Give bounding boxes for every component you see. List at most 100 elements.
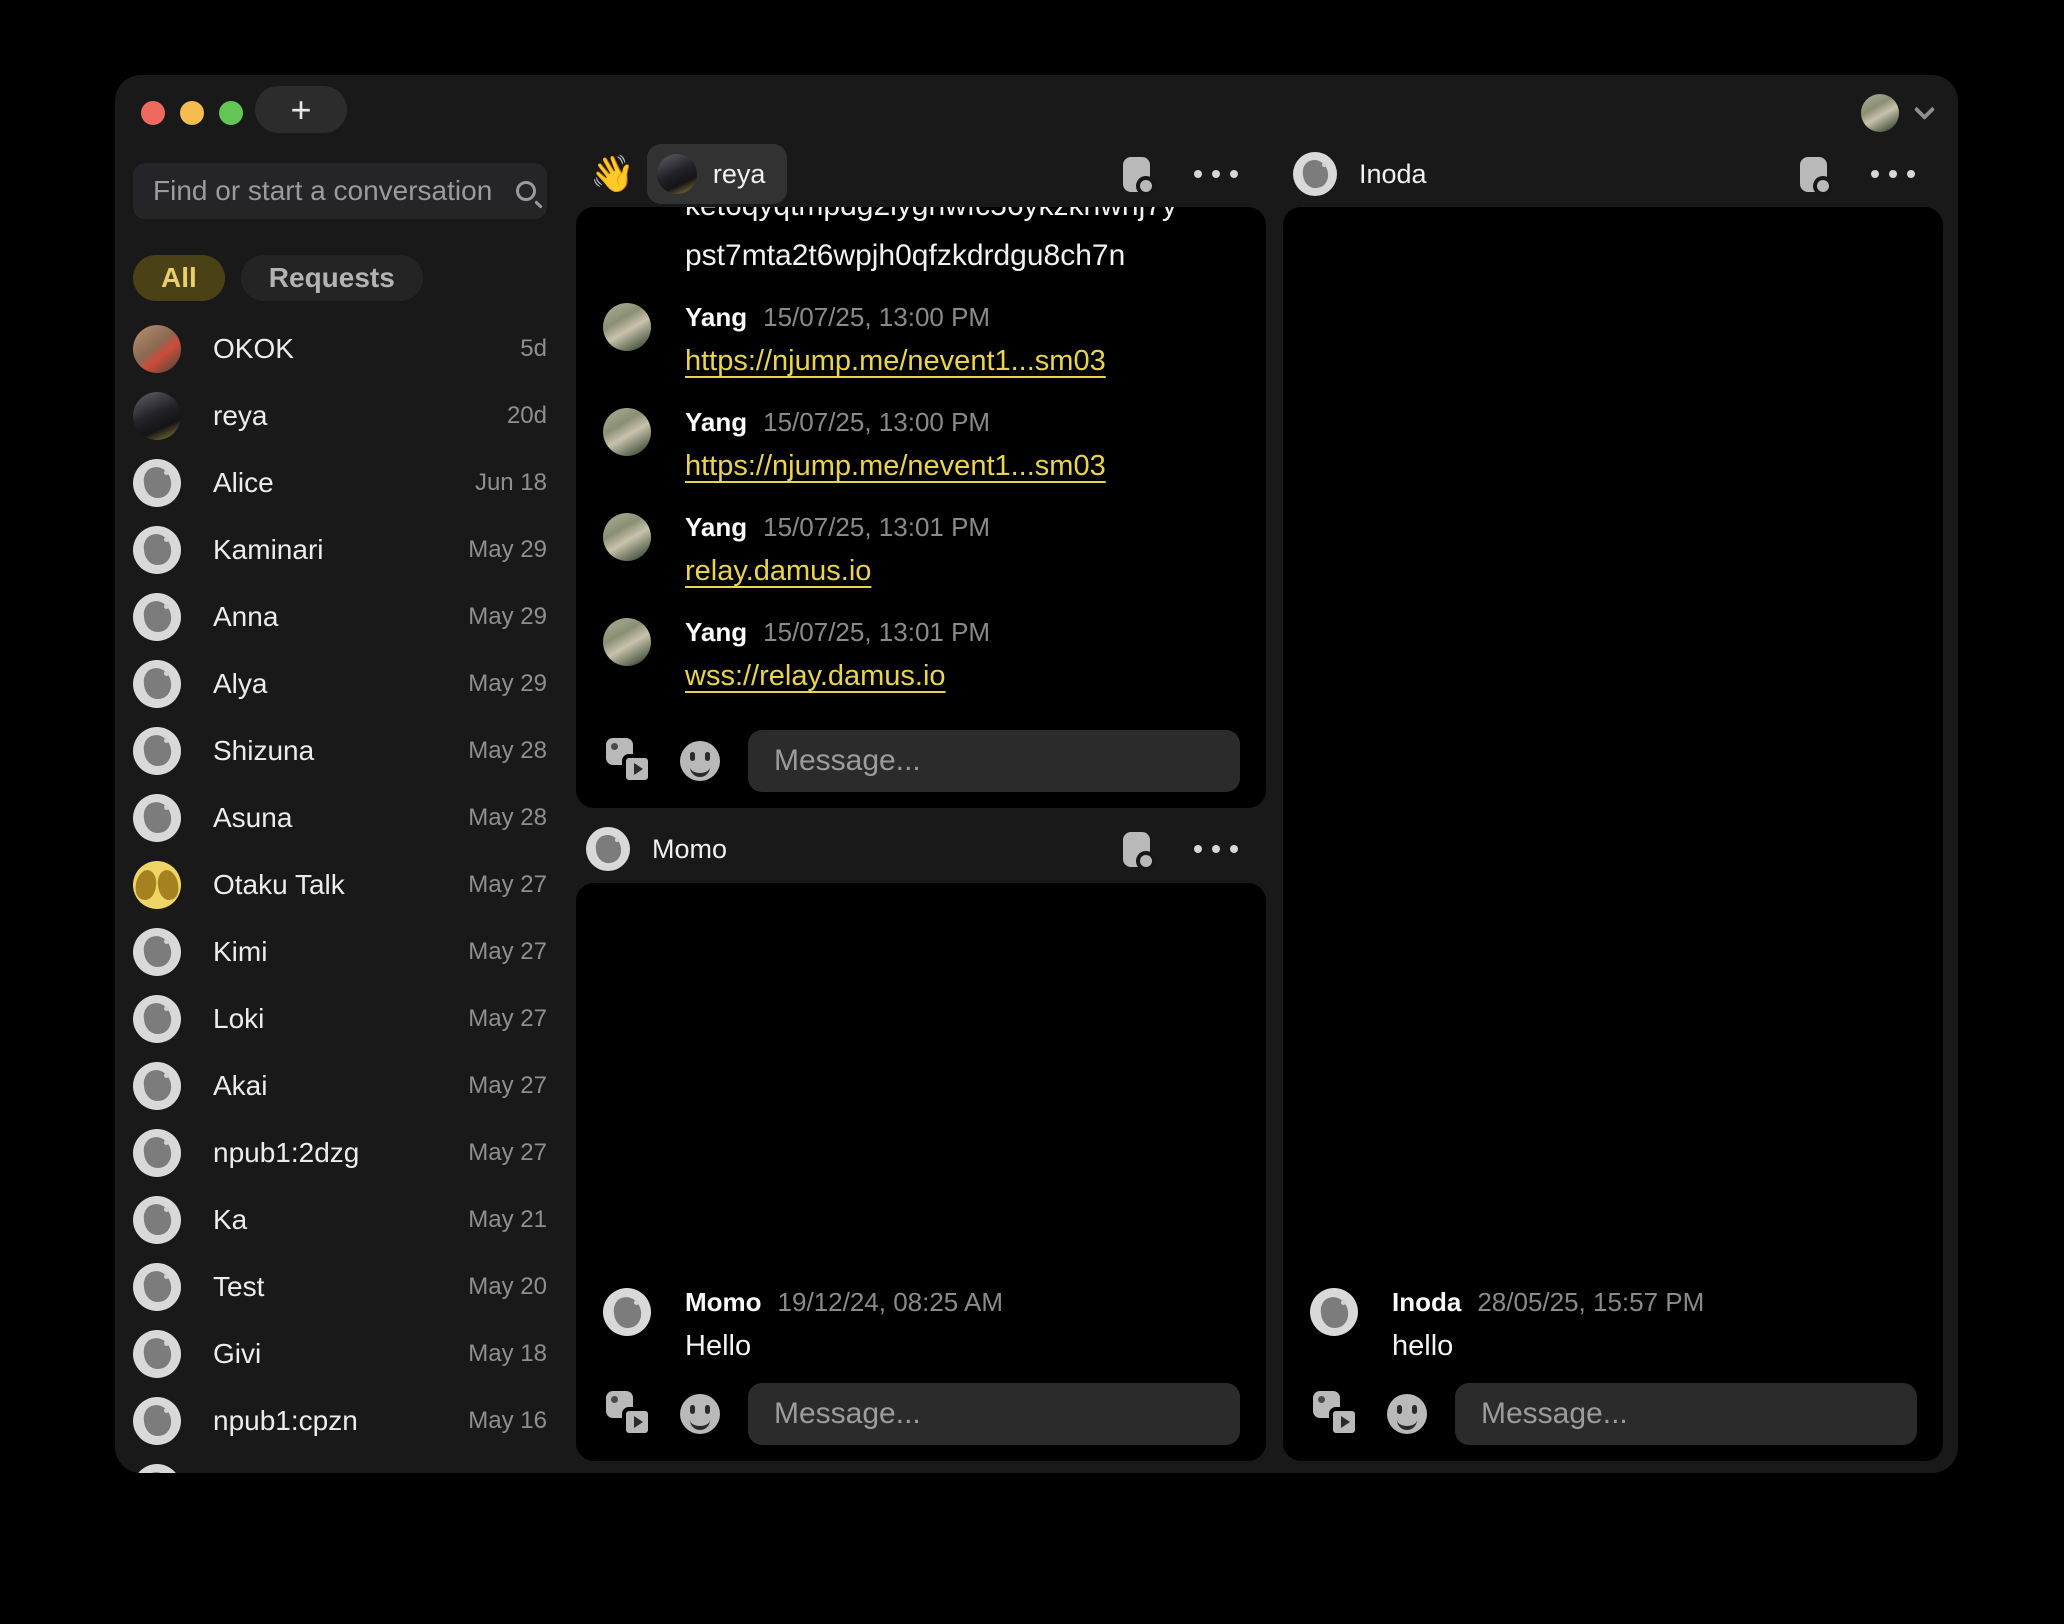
avatar <box>133 928 181 976</box>
avatar <box>133 526 181 574</box>
conversation-item[interactable]: LokiMay 27 <box>133 985 547 1052</box>
zoom-button[interactable] <box>219 101 243 125</box>
tab-all[interactable]: All <box>133 255 225 301</box>
conversation-name: Akai <box>213 1070 468 1102</box>
conversation-date: May 27 <box>468 871 547 899</box>
tab-requests[interactable]: Requests <box>241 255 423 301</box>
more-options-button[interactable] <box>1871 170 1915 178</box>
avatar[interactable] <box>603 408 651 456</box>
note-icon[interactable] <box>1123 832 1150 867</box>
conversation-date: 5d <box>520 335 547 363</box>
note-icon[interactable] <box>1123 157 1150 192</box>
new-conversation-button[interactable]: + <box>255 86 347 133</box>
conversation-item[interactable]: npub1:2dzgMay 27 <box>133 1119 547 1186</box>
message-link[interactable]: https://njump.me/nevent1...sm03 <box>685 450 1106 483</box>
avatar <box>133 794 181 842</box>
emoji-picker-icon[interactable] <box>680 741 720 781</box>
avatar <box>133 861 181 909</box>
avatar[interactable] <box>603 1288 651 1336</box>
avatar[interactable] <box>603 303 651 351</box>
avatar <box>133 1062 181 1110</box>
avatar <box>133 995 181 1043</box>
message-timestamp: 15/07/25, 13:00 PM <box>763 404 990 440</box>
account-menu[interactable] <box>1861 94 1932 132</box>
avatar <box>133 1464 181 1474</box>
conversation-date: May 27 <box>468 1072 547 1100</box>
conversation-item[interactable]: AlyaMay 29 <box>133 650 547 717</box>
chat-title: reya <box>713 159 766 190</box>
avatar[interactable] <box>1310 1288 1358 1336</box>
message-list: Inoda 28/05/25, 15:57 PM hello <box>1283 207 1943 1363</box>
conversation-item[interactable]: OKOK5d <box>133 315 547 382</box>
message-input[interactable] <box>1455 1383 1917 1445</box>
message-author: Yang <box>685 614 747 650</box>
conversation-name: npub1:2dzg <box>213 1137 468 1169</box>
message-composer <box>576 1363 1266 1461</box>
wave-emoji: 👋 <box>590 153 635 195</box>
conversation-item[interactable]: KaminariMay 29 <box>133 516 547 583</box>
media-picker-icon[interactable] <box>606 1391 652 1437</box>
conversation-list: OKOK5dreya20dAliceJun 18KaminariMay 29An… <box>133 315 547 1473</box>
message-input[interactable] <box>748 1383 1240 1445</box>
filter-tabs: All Requests <box>133 255 547 301</box>
conversation-item[interactable]: TestMay 20 <box>133 1253 547 1320</box>
more-options-button[interactable] <box>1194 845 1238 853</box>
account-avatar[interactable] <box>1861 94 1899 132</box>
chat-avatar <box>586 827 630 871</box>
message-timestamp: 15/07/25, 13:01 PM <box>763 509 990 545</box>
message-composer <box>1283 1363 1943 1461</box>
close-button[interactable] <box>141 101 165 125</box>
emoji-picker-icon[interactable] <box>1387 1394 1427 1434</box>
chat-body-inoda: Inoda 28/05/25, 15:57 PM hello <box>1283 207 1943 1461</box>
message: Inoda 28/05/25, 15:57 PM hello <box>1310 1284 1917 1363</box>
message-link[interactable]: wss://relay.damus.io <box>685 660 946 693</box>
chevron-down-icon[interactable] <box>1914 98 1935 119</box>
search-bar[interactable] <box>133 163 547 219</box>
message-list: Momo 19/12/24, 08:25 AM Hello <box>576 883 1266 1363</box>
media-picker-icon[interactable] <box>606 738 652 784</box>
message: Momo 19/12/24, 08:25 AM Hello <box>603 1284 1240 1363</box>
chat-title-pill[interactable]: reya <box>647 144 788 204</box>
message-author: Momo <box>685 1284 762 1320</box>
message-input[interactable] <box>748 730 1240 792</box>
message-link[interactable]: relay.damus.io <box>685 555 871 588</box>
avatar <box>133 1397 181 1445</box>
conversation-date: May 27 <box>468 938 547 966</box>
minimize-button[interactable] <box>180 101 204 125</box>
conversation-item[interactable]: AkaiMay 27 <box>133 1052 547 1119</box>
avatar <box>133 325 181 373</box>
message-timestamp: 19/12/24, 08:25 AM <box>778 1284 1004 1320</box>
search-input[interactable] <box>151 174 516 208</box>
conversation-item[interactable]: reya20d <box>133 382 547 449</box>
message-text: hello <box>1392 1330 1453 1363</box>
chat-column-left: 👋 reya ket6qyqtmpdg2lygnwfc56ykzknwnj7y … <box>576 144 1266 1461</box>
conversation-item[interactable]: KimiMay 27 <box>133 918 547 985</box>
conversation-date: Jun 18 <box>475 469 547 497</box>
conversation-name: Alya <box>213 668 468 700</box>
conversation-item[interactable]: GiviMay 18 <box>133 1320 547 1387</box>
conversation-item[interactable]: Otaku TalkMay 27 <box>133 851 547 918</box>
message: Yang 15/07/25, 13:00 PM https://njump.me… <box>603 299 1240 378</box>
avatar[interactable] <box>603 513 651 561</box>
message: Yang 15/07/25, 13:00 PM https://njump.me… <box>603 404 1240 483</box>
conversation-item[interactable]: npub1:cpznMay 16 <box>133 1387 547 1454</box>
media-picker-icon[interactable] <box>1313 1391 1359 1437</box>
conversation-name: Anna <box>213 601 468 633</box>
more-options-button[interactable] <box>1194 170 1238 178</box>
conversation-date: May 20 <box>468 1273 547 1301</box>
conversation-item[interactable]: AnnaMay 29 <box>133 583 547 650</box>
avatar[interactable] <box>603 618 651 666</box>
emoji-picker-icon[interactable] <box>680 1394 720 1434</box>
message-link[interactable]: https://njump.me/nevent1...sm03 <box>685 345 1106 378</box>
message-timestamp: 28/05/25, 15:57 PM <box>1477 1284 1704 1320</box>
conversation-item[interactable]: KaMay 21 <box>133 1186 547 1253</box>
message: Yang 15/07/25, 13:01 PM wss://relay.damu… <box>603 614 1240 693</box>
note-icon[interactable] <box>1800 157 1827 192</box>
conversation-name: Ka <box>213 1204 468 1236</box>
conversation-item[interactable]: AliceJun 18 <box>133 449 547 516</box>
conversation-name: Givi <box>213 1338 468 1370</box>
conversation-item[interactable]: ShizunaMay 28 <box>133 717 547 784</box>
conversation-item[interactable] <box>133 1454 547 1473</box>
chat-avatar <box>657 154 697 194</box>
conversation-item[interactable]: AsunaMay 28 <box>133 784 547 851</box>
